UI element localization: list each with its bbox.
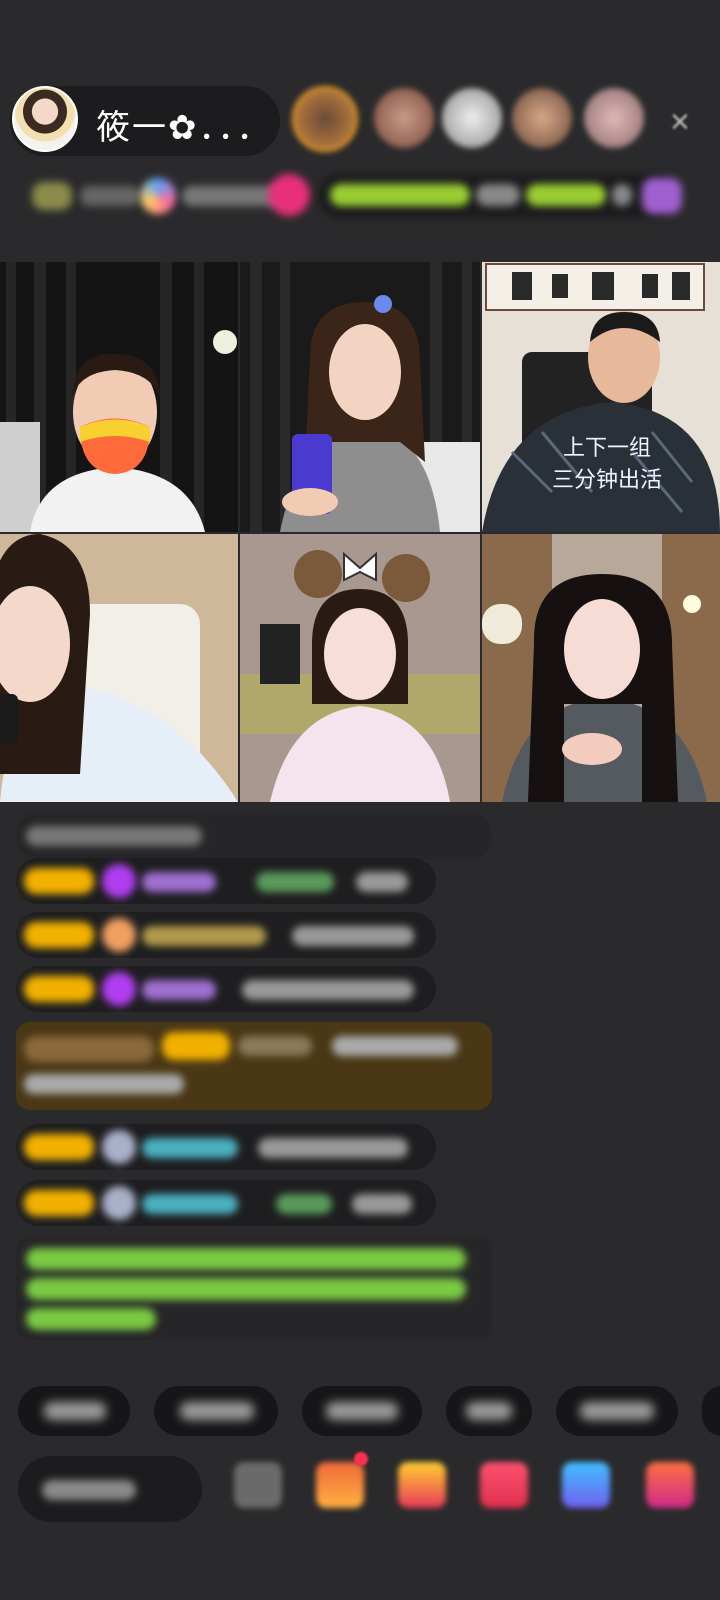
activity-icon[interactable] (642, 178, 682, 214)
fans-club-icon[interactable] (140, 178, 176, 214)
message-text (332, 1036, 458, 1056)
pk-icon[interactable] (268, 174, 310, 216)
level-badge (24, 1134, 94, 1160)
level-badge (162, 1032, 230, 1060)
user-avatar (102, 1130, 136, 1164)
treasure-icon[interactable] (398, 1462, 446, 1508)
message-text-line-2 (24, 1074, 184, 1094)
host-name[interactable]: 筱一✿．．． (96, 100, 273, 149)
chat-message[interactable] (16, 858, 436, 904)
hour-rank-text (80, 186, 140, 206)
viewer-avatar-2[interactable] (374, 88, 434, 148)
viewer-avatar-5[interactable] (584, 88, 644, 148)
quick-reply-text (180, 1402, 254, 1420)
announcement-line-2 (26, 1278, 466, 1300)
guest-video-4[interactable] (0, 534, 238, 802)
marquee-text-4 (612, 184, 632, 206)
notice-text (26, 826, 202, 846)
comment-input-placeholder (42, 1480, 136, 1500)
gift-box-icon[interactable] (316, 1462, 364, 1508)
notification-dot (354, 1452, 368, 1466)
activity-icon[interactable] (562, 1462, 610, 1508)
user-avatar (102, 1186, 136, 1220)
quick-reply-text (326, 1402, 398, 1420)
close-icon[interactable]: × (670, 103, 690, 142)
marquee-text-3 (526, 184, 606, 206)
comment-input[interactable] (18, 1456, 202, 1522)
gift-target-name (256, 872, 334, 892)
quick-reply-5[interactable] (556, 1386, 678, 1436)
live-info-row[interactable] (24, 172, 700, 220)
marquee-text-1 (330, 184, 470, 206)
viewer-avatar-3[interactable] (442, 88, 502, 148)
vip-badge (24, 1036, 154, 1062)
chat-notice (16, 812, 492, 860)
viewer-avatar-4[interactable] (512, 88, 572, 148)
message-text (242, 980, 414, 1000)
quick-reply-text (44, 1402, 106, 1420)
quick-reply-6[interactable] (702, 1386, 720, 1436)
fans-badge-icon (102, 972, 136, 1006)
announcement-line-3 (26, 1308, 156, 1330)
guest-video-3[interactable]: 上下一组 三分钟出活 (482, 262, 720, 532)
video-caption-line-2: 三分钟出活 (552, 467, 663, 492)
username[interactable] (142, 1138, 238, 1158)
level-badge (24, 922, 94, 948)
announcement-line-1 (26, 1248, 466, 1270)
username[interactable] (142, 1194, 238, 1214)
hour-rank-icon[interactable] (32, 182, 72, 210)
username[interactable] (142, 872, 216, 892)
quick-reply-2[interactable] (154, 1386, 278, 1436)
message-text (352, 1194, 412, 1214)
chat-message[interactable] (16, 912, 436, 958)
quick-reply-4[interactable] (446, 1386, 532, 1436)
video-caption: 上下一组 三分钟出活 (552, 432, 662, 496)
video-caption-line-1: 上下一组 (563, 435, 652, 460)
chat-message-highlighted[interactable] (16, 1022, 492, 1110)
fans-club-text (182, 186, 282, 206)
host-avatar[interactable] (12, 86, 78, 152)
gift-icon[interactable] (646, 1462, 694, 1508)
quick-reply-text (580, 1402, 654, 1420)
guest-video-6[interactable] (482, 534, 720, 802)
username[interactable] (238, 1036, 312, 1056)
username[interactable] (142, 980, 216, 1000)
chat-message[interactable] (16, 966, 436, 1012)
message-text (356, 872, 408, 892)
multi-guest-video-grid: 上下一组 三分钟出活 (0, 262, 720, 802)
message-text (292, 926, 414, 946)
chat-message[interactable] (16, 1180, 436, 1226)
viewer-avatar-1[interactable] (292, 86, 358, 152)
guest-video-5[interactable] (240, 534, 480, 802)
red-packet-icon[interactable] (480, 1462, 528, 1508)
level-badge (24, 868, 94, 894)
fans-badge-icon (102, 864, 136, 898)
level-badge (24, 1190, 94, 1216)
marquee-text-2 (476, 184, 520, 206)
guest-video-2[interactable] (240, 262, 480, 532)
chat-message[interactable] (16, 1124, 436, 1170)
quick-reply-text (466, 1402, 512, 1420)
guest-video-1[interactable] (0, 262, 238, 532)
chat-announcement (16, 1236, 492, 1340)
gift-target-name (276, 1194, 332, 1214)
emoji-icon[interactable] (234, 1462, 282, 1508)
message-text (258, 1138, 408, 1158)
fans-badge-icon (102, 918, 136, 952)
quick-reply-1[interactable] (18, 1386, 130, 1436)
username[interactable] (142, 926, 266, 946)
quick-reply-3[interactable] (302, 1386, 422, 1436)
level-badge (24, 976, 94, 1002)
